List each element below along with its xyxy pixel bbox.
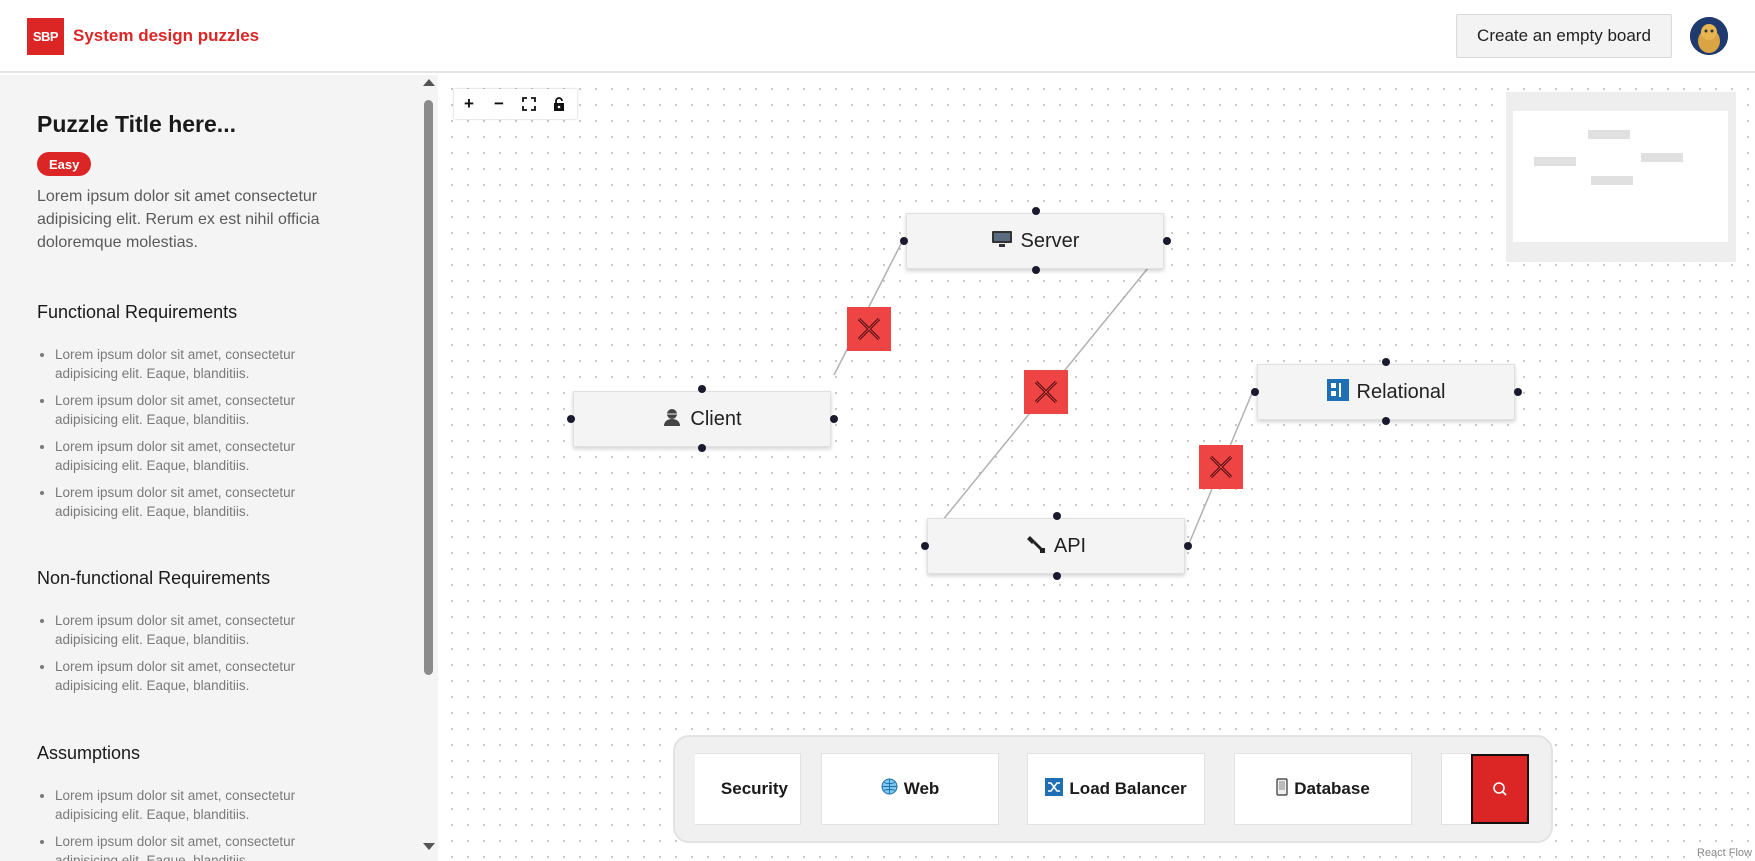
palette-item-partial[interactable] [1441,753,1472,825]
node-label: Relational [1356,380,1446,403]
component-palette: Security Web Load Balancer Database [673,735,1553,843]
react-flow-attribution[interactable]: React Flow [1697,847,1752,859]
functional-requirements-list: Lorem ipsum dolor sit amet, consectetur … [55,345,345,529]
globe-icon [881,778,898,800]
palette-item-web[interactable]: Web [821,753,999,825]
node-handle[interactable] [1032,207,1040,215]
database-icon [1276,777,1288,801]
sidebar-scrollbar-thumb[interactable] [424,100,433,675]
node-handle[interactable] [1032,266,1040,274]
section-title-nonfunctional: Non-functional Requirements [37,568,271,588]
palette-search-button[interactable] [1471,754,1529,824]
palette-item-label: Web [903,779,940,798]
top-header: SBP System design puzzles Create an empt… [0,0,1755,73]
scroll-up-arrow-icon[interactable] [423,79,435,86]
node-client[interactable]: Client [573,391,831,447]
puzzle-description: Lorem ipsum dolor sit amet consectetur a… [37,188,320,251]
assumptions-list: Lorem ipsum dolor sit amet, consectetur … [55,786,345,861]
scroll-down-arrow-icon[interactable] [423,843,435,850]
delete-edge-button[interactable] [1024,370,1068,414]
node-handle[interactable] [830,415,838,423]
palette-item-label: Load Balancer [1069,779,1187,798]
node-handle[interactable] [1514,388,1522,396]
node-handle[interactable] [1184,542,1192,550]
plug-icon [1026,534,1046,559]
create-empty-board-button[interactable]: Create an empty board [1456,14,1672,58]
close-icon [1034,380,1058,404]
node-handle[interactable] [921,542,929,550]
delete-edge-button[interactable] [847,307,891,351]
list-item: Lorem ipsum dolor sit amet, consectetur … [55,832,345,861]
node-label: Server [1020,229,1080,252]
node-label: API [1053,534,1087,557]
node-handle[interactable] [1053,572,1061,580]
user-avatar-icon[interactable] [1690,17,1728,55]
delete-edge-button[interactable] [1199,445,1243,489]
flow-canvas[interactable]: + − Server Client Relational API Securit… [438,75,1755,861]
close-icon [857,317,881,341]
logo[interactable]: SBP [27,18,64,55]
list-item: Lorem ipsum dolor sit amet, consectetur … [55,611,345,649]
user-icon [662,407,682,432]
list-item: Lorem ipsum dolor sit amet, consectetur … [55,657,345,695]
database-table-icon [1326,378,1349,406]
node-handle[interactable] [1163,237,1171,245]
node-handle[interactable] [567,415,575,423]
node-handle[interactable] [1053,512,1061,520]
node-handle[interactable] [1382,358,1390,366]
close-icon [1209,455,1233,479]
node-handle[interactable] [1251,388,1259,396]
node-handle[interactable] [1382,417,1390,425]
node-relational[interactable]: Relational [1257,364,1515,420]
monitor-icon [991,230,1013,253]
palette-item-label: Security [720,779,788,798]
list-item: Lorem ipsum dolor sit amet, consectetur … [55,483,345,521]
section-title-assumptions: Assumptions [37,743,141,763]
node-server[interactable]: Server [906,213,1164,269]
list-item: Lorem ipsum dolor sit amet, consectetur … [55,391,345,429]
list-item: Lorem ipsum dolor sit amet, consectetur … [55,345,345,383]
brand-title[interactable]: System design puzzles [73,26,259,46]
node-label: Client [690,407,742,430]
palette-item-load-balancer[interactable]: Load Balancer [1027,753,1205,825]
section-title-functional: Functional Requirements [37,302,238,322]
palette-item-security[interactable]: Security [695,753,801,825]
difficulty-badge: Easy [37,152,92,176]
node-handle[interactable] [698,385,706,393]
shuffle-icon [1045,777,1064,801]
puzzle-title: Puzzle Title here... [37,111,236,137]
puzzle-sidebar: Puzzle Title here... Easy Lorem ipsum do… [0,75,420,861]
palette-scroll-area[interactable]: Security Web Load Balancer Database [695,753,1472,825]
node-api[interactable]: API [927,518,1185,574]
search-icon [1493,782,1507,796]
palette-item-label: Database [1294,779,1370,798]
nonfunctional-requirements-list: Lorem ipsum dolor sit amet, consectetur … [55,611,345,703]
node-handle[interactable] [900,237,908,245]
list-item: Lorem ipsum dolor sit amet, consectetur … [55,437,345,475]
node-handle[interactable] [698,444,706,452]
list-item: Lorem ipsum dolor sit amet, consectetur … [55,786,345,824]
palette-item-database[interactable]: Database [1234,753,1412,825]
